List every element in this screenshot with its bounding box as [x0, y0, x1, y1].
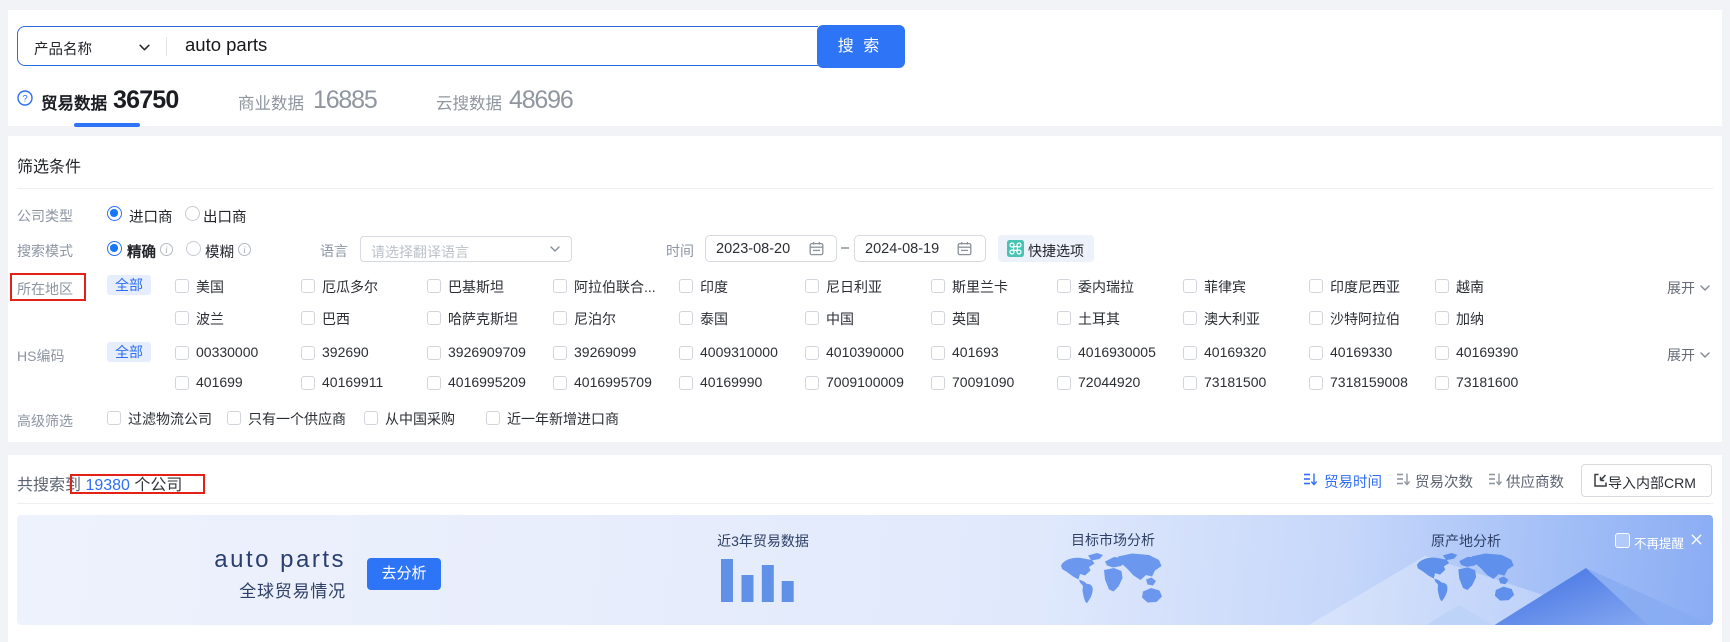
svg-text:?: ?: [22, 93, 27, 104]
